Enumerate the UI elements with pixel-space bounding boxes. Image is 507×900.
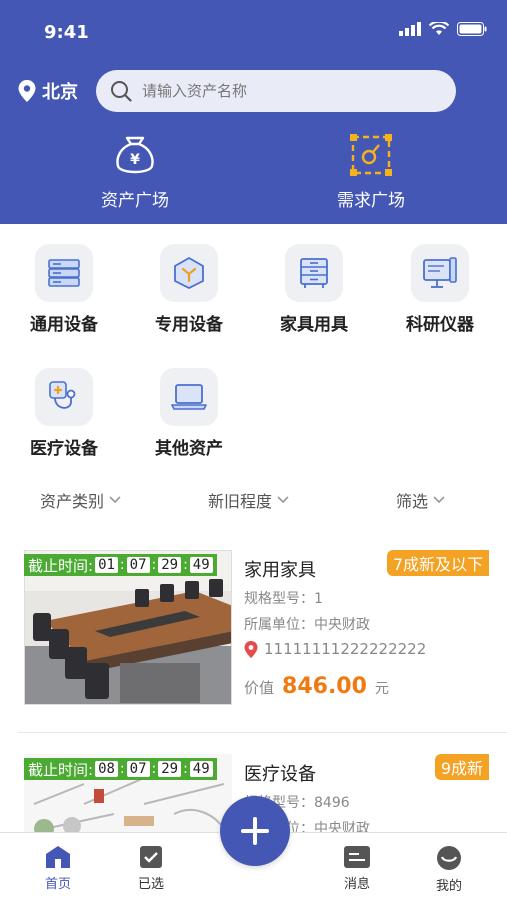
category-label: 其他资产 xyxy=(155,439,223,459)
condition-badge: 7成新及以下 xyxy=(386,550,489,576)
price-unit: 元 xyxy=(374,681,389,697)
tab-home[interactable]: 首页 xyxy=(28,845,88,892)
tab-selected[interactable]: 已选 xyxy=(121,845,181,892)
header: 9:41 北京 请输入资产名称 ¥ 资产广场 需求广场 xyxy=(0,0,507,224)
message-icon xyxy=(344,846,370,868)
countdown-seconds: 49 xyxy=(189,761,213,777)
category-label: 家具用具 xyxy=(280,315,348,335)
home-icon xyxy=(46,846,70,868)
status-bar: 9:41 xyxy=(0,0,507,64)
chevron-down-icon xyxy=(277,496,289,504)
location-pin-icon xyxy=(18,80,36,102)
listing-title: 家用家具 xyxy=(244,560,316,581)
condition-badge: 9成新 xyxy=(434,754,489,780)
search-icon xyxy=(111,81,132,102)
plus-icon xyxy=(241,817,269,845)
tab-label: 消息 xyxy=(343,877,370,892)
filter-condition[interactable]: 新旧程度 xyxy=(208,488,290,512)
countdown-minutes: 29 xyxy=(158,761,182,777)
countdown-days: 01 xyxy=(95,557,118,573)
location-selector[interactable]: 北京 xyxy=(18,78,78,104)
tab-label: 首页 xyxy=(44,877,71,892)
chevron-down-icon xyxy=(433,496,445,504)
price-value: 846.00 xyxy=(282,674,367,699)
asset-plaza-label: 资产广场 xyxy=(101,191,169,211)
laptop-icon xyxy=(171,384,207,410)
deadline-label: 截止时间: xyxy=(28,556,94,575)
countdown-hours: 07 xyxy=(126,557,150,573)
countdown-timer: 截止时间: 08: 07: 29: 49 xyxy=(24,758,217,780)
filter-asset-category[interactable]: 资产类别 xyxy=(40,488,122,512)
divider xyxy=(18,732,507,733)
category-furniture[interactable]: 家具用具 xyxy=(264,244,364,335)
status-icons xyxy=(399,22,487,36)
location-city: 北京 xyxy=(42,82,78,103)
category-label: 通用设备 xyxy=(30,315,98,335)
asset-plaza-button[interactable]: ¥ 资产广场 xyxy=(60,132,210,211)
demand-plaza-label: 需求广场 xyxy=(337,191,405,211)
search-bar[interactable] xyxy=(96,70,456,112)
user-icon xyxy=(437,846,461,870)
category-research-instruments[interactable]: 科研仪器 xyxy=(390,244,490,335)
listing-address-text: 11111111222222222 xyxy=(264,640,427,658)
wifi-icon xyxy=(429,22,449,35)
asset-bag-icon: ¥ xyxy=(116,136,154,174)
listing-spec: 规格型号：1 xyxy=(244,591,323,607)
tab-messages[interactable]: 消息 xyxy=(327,845,387,892)
listing-title: 医疗设备 xyxy=(244,764,316,785)
listing-price-row: 价值 846.00 元 xyxy=(244,674,389,699)
filter-more[interactable]: 筛选 xyxy=(396,488,446,512)
signal-icon xyxy=(399,22,421,36)
search-input[interactable] xyxy=(142,82,422,100)
cube-icon xyxy=(174,256,204,290)
demand-plaza-button[interactable]: 需求广场 xyxy=(296,132,446,211)
filter-bar: 资产类别 新旧程度 筛选 xyxy=(0,488,507,518)
location-pin-icon xyxy=(244,640,258,658)
add-asset-button[interactable] xyxy=(220,796,290,866)
listing-unit: 所属单位：中央财政 xyxy=(244,617,370,633)
stethoscope-icon xyxy=(49,381,76,409)
countdown-hours: 07 xyxy=(126,761,150,777)
server-icon xyxy=(48,259,80,287)
app-screen: 9:41 北京 请输入资产名称 ¥ 资产广场 需求广场 通用设备 专用设备 家具… xyxy=(0,0,507,900)
countdown-minutes: 29 xyxy=(158,557,182,573)
category-label: 科研仪器 xyxy=(406,315,474,335)
tab-profile[interactable]: 我的 xyxy=(419,845,479,894)
battery-icon xyxy=(457,22,487,36)
tab-label: 我的 xyxy=(435,879,462,894)
filter-label: 资产类别 xyxy=(40,492,105,511)
listing-card[interactable]: 截止时间: 01: 07: 29: 49 家用家具 7成新及以下 规格型号：1 … xyxy=(0,548,507,708)
category-other-assets[interactable]: 其他资产 xyxy=(139,368,239,459)
countdown-seconds: 49 xyxy=(189,557,213,573)
category-special-equipment[interactable]: 专用设备 xyxy=(139,244,239,335)
category-medical-equipment[interactable]: 医疗设备 xyxy=(14,368,114,459)
chevron-down-icon xyxy=(109,496,121,504)
cabinet-icon xyxy=(300,258,328,288)
checked-box-icon xyxy=(140,846,162,868)
demand-frame-icon xyxy=(350,134,392,176)
price-label: 价值 xyxy=(244,679,275,697)
status-time: 9:41 xyxy=(44,22,89,43)
category-label: 医疗设备 xyxy=(30,439,98,459)
deadline-label: 截止时间: xyxy=(28,760,94,779)
category-label: 专用设备 xyxy=(155,315,223,335)
monitor-icon xyxy=(423,257,457,288)
countdown-timer: 截止时间: 01: 07: 29: 49 xyxy=(24,554,217,576)
filter-label: 筛选 xyxy=(396,492,429,511)
listing-address: 11111111222222222 xyxy=(244,640,426,658)
category-general-equipment[interactable]: 通用设备 xyxy=(14,244,114,335)
countdown-days: 08 xyxy=(95,761,118,777)
filter-label: 新旧程度 xyxy=(208,492,273,511)
svg-text:¥: ¥ xyxy=(130,152,140,168)
tab-label: 已选 xyxy=(137,877,164,892)
